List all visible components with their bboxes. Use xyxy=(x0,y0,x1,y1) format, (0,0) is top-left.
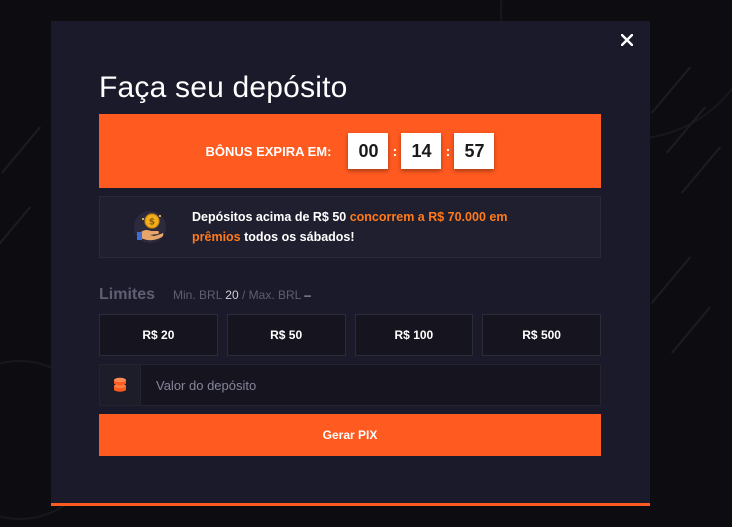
limits-separator: / xyxy=(241,288,246,302)
svg-text:$: $ xyxy=(149,218,155,228)
promo-text: Depósitos acima de R$ 50 concorrem a R$ … xyxy=(192,207,552,247)
timer-separator: : xyxy=(445,143,451,159)
amount-options: R$ 20 R$ 50 R$ 100 R$ 500 xyxy=(99,314,601,356)
modal-title: Faça seu depósito xyxy=(99,71,348,104)
deposit-modal: Faça seu depósito BÔNUS EXPIRA EM: 00 : … xyxy=(51,21,650,506)
timer-label: BÔNUS EXPIRA EM: xyxy=(205,143,332,159)
promo-banner: $ Depósitos acima de R$ 50 concorrem a R… xyxy=(99,196,601,258)
deposit-amount-input[interactable] xyxy=(141,365,600,405)
amount-button-500[interactable]: R$ 500 xyxy=(482,314,601,356)
coin-trophy-icon: $ xyxy=(130,207,170,247)
min-value: 20 xyxy=(225,288,239,302)
max-value: – xyxy=(304,288,311,302)
deposit-field xyxy=(99,364,601,406)
promo-text-before: Depósitos acima de R$ 50 xyxy=(192,210,350,224)
amount-button-100[interactable]: R$ 100 xyxy=(354,314,474,356)
bonus-timer: BÔNUS EXPIRA EM: 00 : 14 : 57 xyxy=(99,114,601,188)
min-label: Min. BRL xyxy=(173,288,222,302)
close-icon xyxy=(620,33,634,47)
limits-row: Limites Min. BRL 20 / Max. BRL – xyxy=(99,286,311,304)
close-button[interactable] xyxy=(620,33,634,47)
generate-pix-button[interactable]: Gerar PIX xyxy=(99,414,601,456)
limits-info: Min. BRL 20 / Max. BRL – xyxy=(173,288,311,302)
amount-button-50[interactable]: R$ 50 xyxy=(226,314,346,356)
max-label: Max. BRL xyxy=(248,288,301,302)
amount-button-20[interactable]: R$ 20 xyxy=(99,314,218,356)
coins-icon xyxy=(100,365,141,405)
promo-text-after: todos os sábados! xyxy=(240,230,355,244)
timer-minutes: 14 xyxy=(401,133,442,169)
timer-seconds: 57 xyxy=(454,133,495,169)
limits-label: Limites xyxy=(99,286,156,303)
timer-hours: 00 xyxy=(348,133,389,169)
timer-separator: : xyxy=(392,143,398,159)
